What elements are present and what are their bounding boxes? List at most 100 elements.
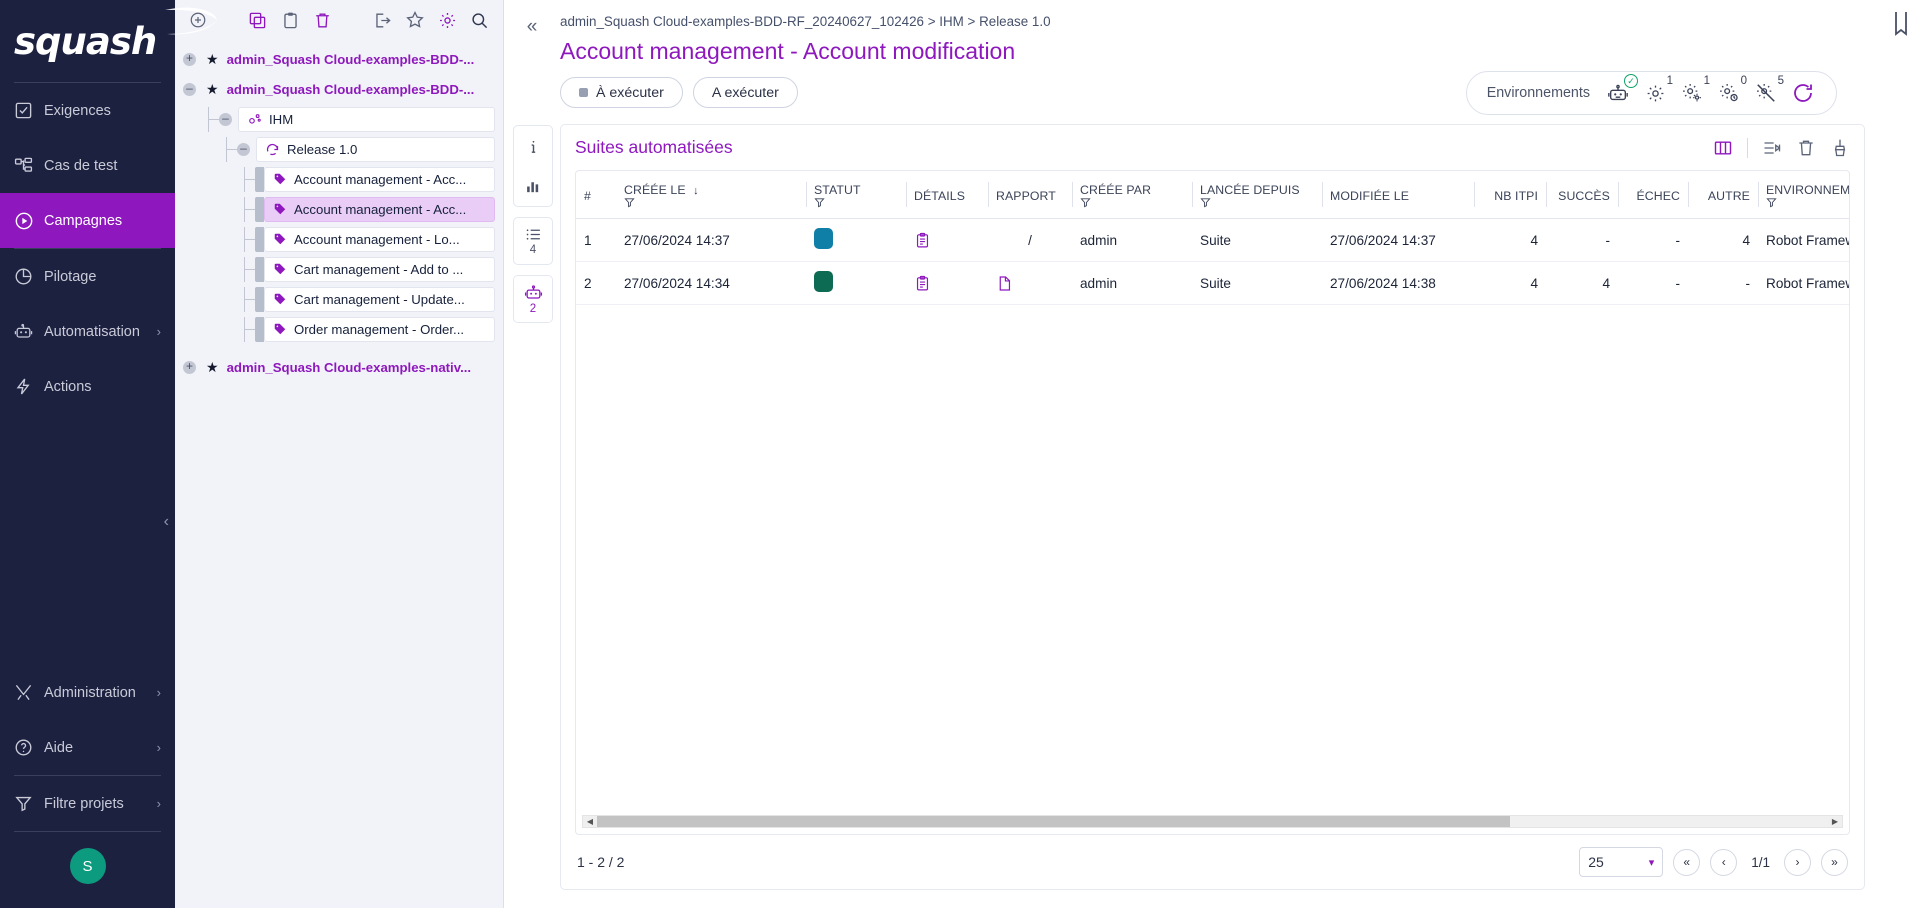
horizontal-scrollbar[interactable]: ◀ ▶ [582, 815, 1843, 828]
rail-button-automation[interactable]: 2 [514, 276, 552, 322]
tree-node-test-suite[interactable]: Order management - Order... [264, 317, 495, 342]
column-header-num[interactable]: # [576, 171, 616, 219]
rail-button-list[interactable]: 4 [514, 218, 552, 264]
filter-rows-icon[interactable] [1762, 138, 1782, 158]
sidebar-item-administration[interactable]: Administration › [0, 665, 175, 720]
gear-clock-icon[interactable]: 0 [1716, 80, 1742, 106]
tree-node-test-suite[interactable]: Account management - Acc... [264, 167, 495, 192]
app-logo[interactable]: squash [0, 0, 175, 82]
last-page-button[interactable]: » [1821, 849, 1848, 876]
search-icon[interactable] [466, 6, 493, 34]
tab-a-executer-status[interactable]: À exécuter [560, 77, 683, 108]
star-icon[interactable]: ★ [206, 359, 219, 376]
tree-row[interactable]: + ★ admin_Squash Cloud-examples-nativ... [175, 352, 503, 382]
tree-node-campaign[interactable]: IHM [238, 107, 495, 132]
export-icon[interactable] [369, 6, 396, 34]
sidebar-item-actions[interactable]: Actions [0, 359, 175, 414]
panel-collapse-button[interactable]: « [504, 8, 560, 65]
sidebar-item-campagnes[interactable]: Campagnes [0, 193, 175, 248]
tree-row[interactable]: – Release 1.0 [175, 134, 503, 164]
tree-row[interactable]: Account management - Acc... [175, 164, 503, 194]
tree-node-iteration[interactable]: Release 1.0 [256, 137, 495, 162]
next-page-button[interactable]: › [1784, 849, 1811, 876]
robot-icon[interactable]: ✓ [1605, 80, 1631, 106]
sidebar-item-cas-de-test[interactable]: Cas de test [0, 138, 175, 193]
sidebar-item-aide[interactable]: Aide › [0, 720, 175, 775]
avatar[interactable]: S [70, 848, 106, 884]
tree-row[interactable]: + ★ admin_Squash Cloud-examples-BDD-... [175, 44, 503, 74]
broom-icon[interactable] [1830, 138, 1850, 158]
nav-collapse-handle[interactable]: ‹ [164, 513, 169, 531]
sidebar-item-filtre-projets[interactable]: Filtre projets › [0, 776, 175, 831]
filter-icon[interactable] [624, 197, 798, 208]
table-row[interactable]: 1 27/06/2024 14:37 [576, 219, 1850, 262]
column-header-report[interactable]: RAPPORT [988, 171, 1072, 219]
tree-row[interactable]: Order management - Order... [175, 314, 503, 344]
prev-page-button[interactable]: ‹ [1710, 849, 1737, 876]
column-header-success[interactable]: SUCCÈS [1546, 171, 1618, 219]
gear-icon[interactable]: 1 [1642, 80, 1668, 106]
table-row[interactable]: 2 27/06/2024 14:34 [576, 262, 1850, 305]
clipboard-list-icon[interactable] [914, 232, 980, 249]
tree-toggle[interactable]: + [183, 53, 196, 66]
tree-toggle[interactable]: – [219, 113, 232, 126]
tree-row[interactable]: – ★ admin_Squash Cloud-examples-BDD-... [175, 74, 503, 104]
column-header-created-by[interactable]: CRÉÉE PAR [1072, 171, 1192, 219]
scroll-left-icon[interactable]: ◀ [583, 817, 597, 826]
filter-icon[interactable] [1766, 197, 1850, 208]
column-header-environments[interactable]: ENVIRONNEMENTS [1758, 171, 1850, 219]
refresh-icon[interactable] [1790, 80, 1816, 106]
scrollbar-thumb[interactable] [597, 816, 1510, 827]
sidebar-item-automatisation[interactable]: Automatisation › [0, 304, 175, 359]
tree-row[interactable]: Cart management - Add to ... [175, 254, 503, 284]
first-page-button[interactable]: « [1673, 849, 1700, 876]
document-icon[interactable] [996, 275, 1064, 292]
cell-details[interactable] [906, 219, 988, 262]
tree-toggle[interactable]: – [183, 83, 196, 96]
star-icon[interactable]: ★ [206, 81, 219, 98]
columns-icon[interactable] [1713, 138, 1733, 158]
scroll-right-icon[interactable]: ▶ [1828, 817, 1842, 826]
tree-row[interactable]: Account management - Lo... [175, 224, 503, 254]
tree-toggle[interactable]: – [237, 143, 250, 156]
tree-node-test-suite[interactable]: Account management - Lo... [264, 227, 495, 252]
sort-desc-icon[interactable]: ↓ [693, 185, 699, 197]
filter-icon[interactable] [814, 197, 898, 208]
column-header-nb-itpi[interactable]: NB ITPI [1474, 171, 1546, 219]
gear-disabled-icon[interactable]: 5 [1753, 80, 1779, 106]
cell-report[interactable] [988, 262, 1072, 305]
bookmark-icon[interactable] [1892, 10, 1910, 908]
page-size-select[interactable]: 25 ▾ [1579, 847, 1663, 877]
tree-row[interactable]: Account management - Acc... [175, 194, 503, 224]
gears-icon[interactable]: 1 [1679, 80, 1705, 106]
tree-node-test-suite-selected[interactable]: Account management - Acc... [264, 197, 495, 222]
column-header-status[interactable]: STATUT [806, 171, 906, 219]
filter-icon[interactable] [1200, 197, 1314, 208]
column-header-launched-from[interactable]: LANCÉE DEPUIS [1192, 171, 1322, 219]
column-header-created-at[interactable]: CRÉÉE LE ↓ [616, 171, 806, 219]
delete-icon[interactable] [1796, 138, 1816, 158]
tree-toggle[interactable]: + [183, 361, 196, 374]
column-header-failure[interactable]: ÉCHEC [1618, 171, 1688, 219]
cell-details[interactable] [906, 262, 988, 305]
tree-node-test-suite[interactable]: Cart management - Update... [264, 287, 495, 312]
delete-icon[interactable] [309, 6, 336, 34]
copy-icon[interactable] [244, 6, 271, 34]
tree-node-test-suite[interactable]: Cart management - Add to ... [264, 257, 495, 282]
rail-button-info[interactable] [514, 126, 552, 166]
paste-icon[interactable] [277, 6, 304, 34]
tab-a-executer[interactable]: A exécuter [693, 77, 798, 108]
filter-icon[interactable] [1080, 197, 1184, 208]
gear-icon[interactable] [434, 6, 461, 34]
sidebar-item-exigences[interactable]: Exigences [0, 83, 175, 138]
star-icon[interactable] [401, 6, 428, 34]
column-header-modified-at[interactable]: MODIFIÉE LE [1322, 171, 1474, 219]
clipboard-list-icon[interactable] [914, 275, 980, 292]
rail-button-chart[interactable] [514, 166, 552, 206]
sidebar-item-pilotage[interactable]: Pilotage [0, 249, 175, 304]
tree-row[interactable]: Cart management - Update... [175, 284, 503, 314]
column-header-other[interactable]: AUTRE [1688, 171, 1758, 219]
tree-row[interactable]: – IHM [175, 104, 503, 134]
column-header-details[interactable]: DÉTAILS [906, 171, 988, 219]
star-icon[interactable]: ★ [206, 51, 219, 68]
